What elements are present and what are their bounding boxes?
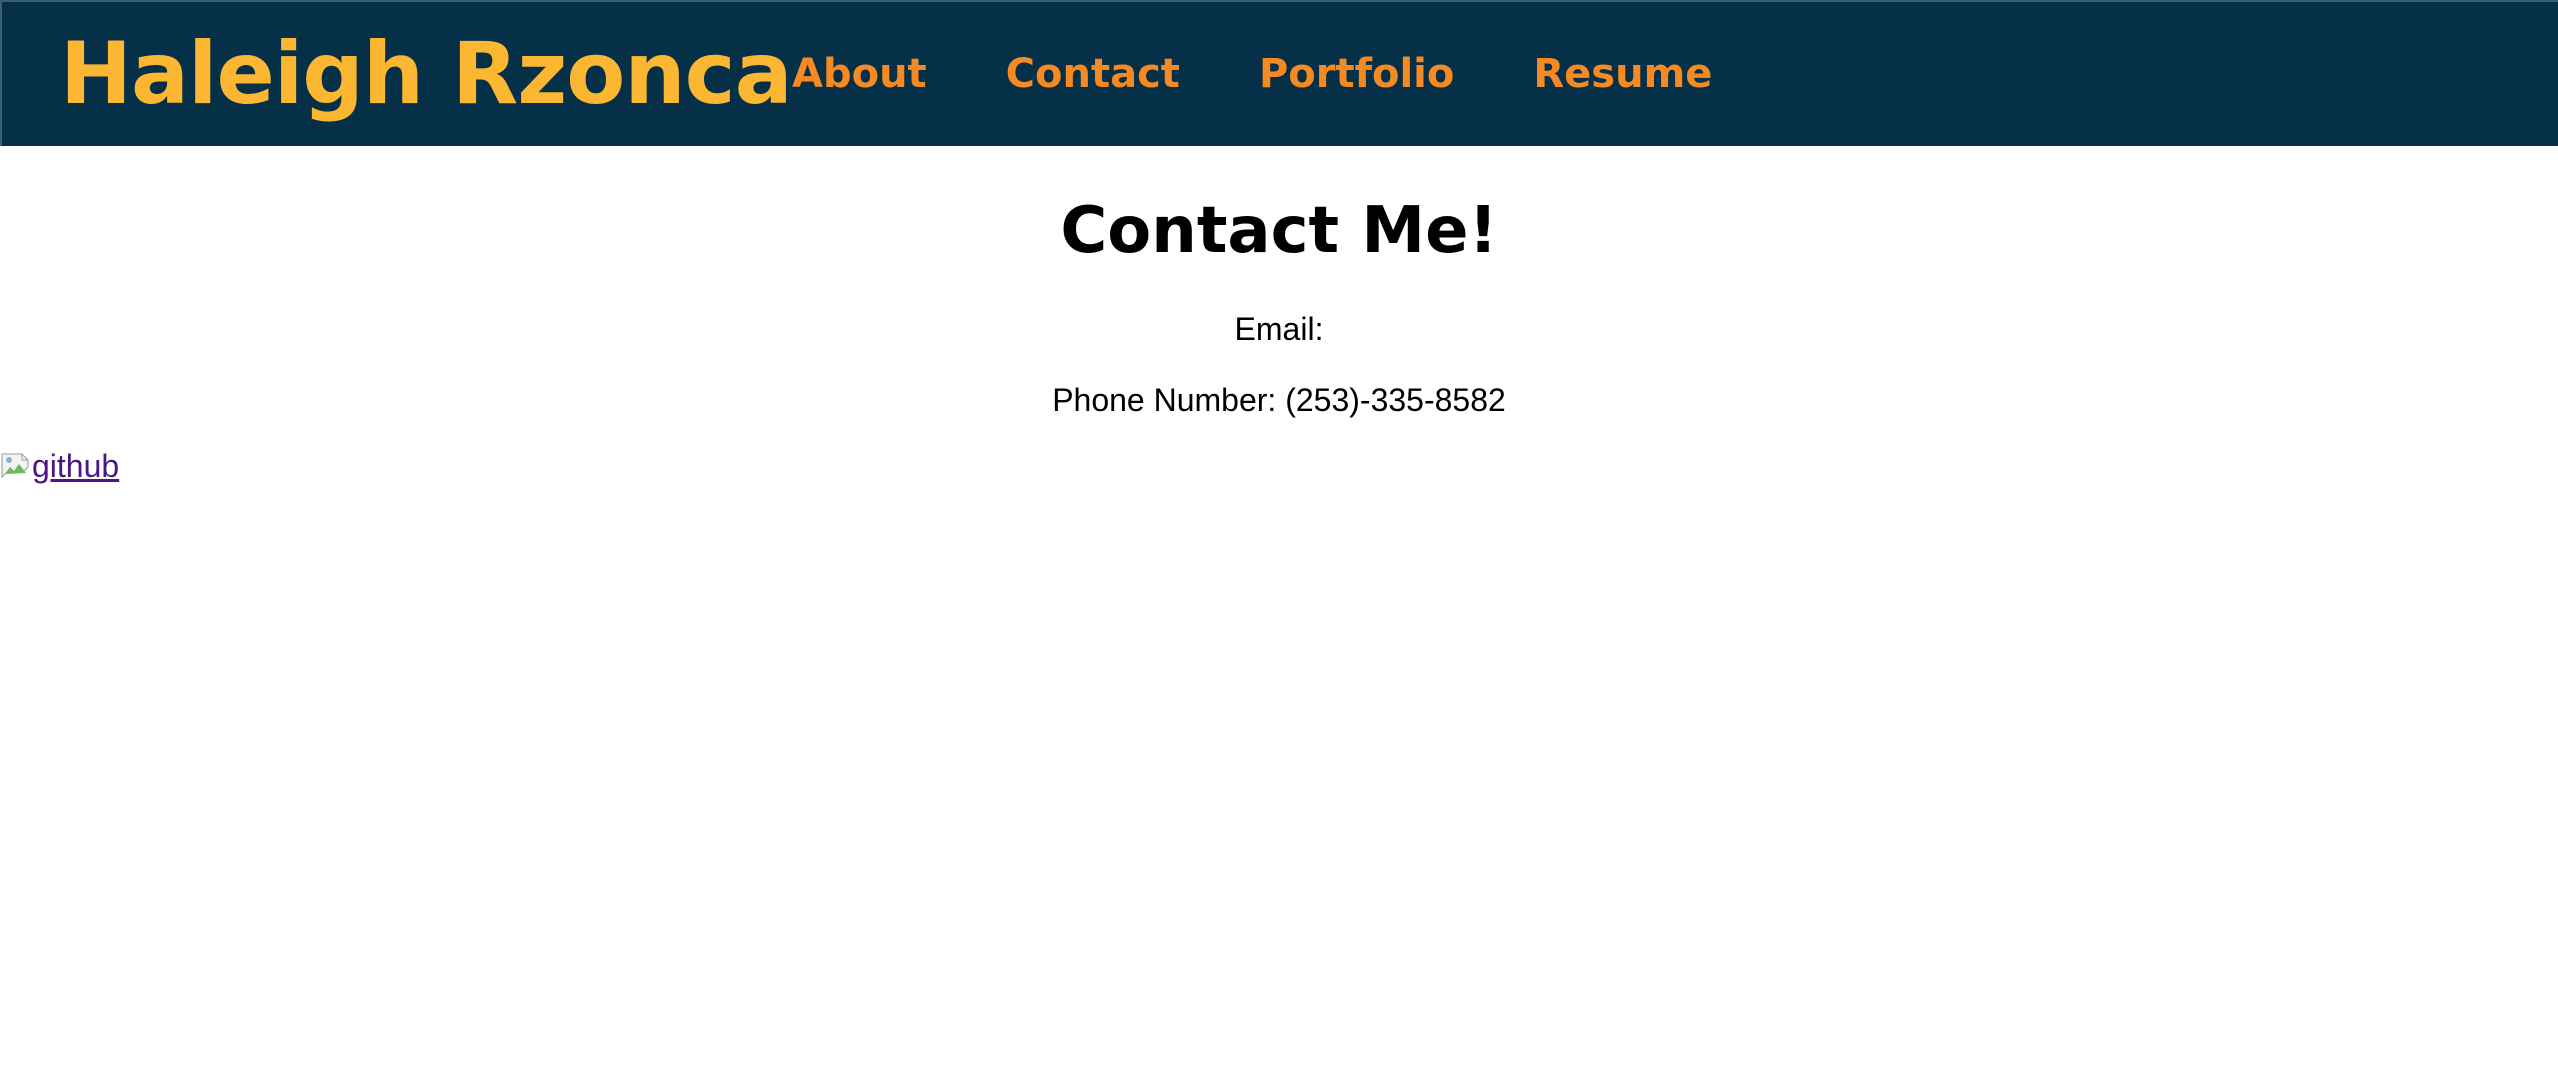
email-text: Email: (1234, 311, 1324, 348)
page-title: Contact Me! (1060, 194, 1498, 268)
github-link[interactable]: github (0, 448, 119, 485)
nav-portfolio[interactable]: Portfolio (1259, 54, 1454, 94)
nav-about[interactable]: About (792, 54, 927, 94)
phone-number-text: Phone Number: (253)-335-8582 (1052, 381, 1506, 418)
broken-image-icon (0, 451, 32, 483)
nav-resume[interactable]: Resume (1533, 54, 1712, 94)
site-title: Haleigh Rzonca (60, 24, 793, 124)
site-header: Haleigh Rzonca About Contact Portfolio R… (0, 0, 2558, 146)
contact-section: Contact Me! Email: Phone Number: (253)-3… (0, 146, 2558, 419)
nav-contact[interactable]: Contact (1006, 54, 1180, 94)
main-nav: About Contact Portfolio Resume (792, 54, 1712, 94)
github-alt-text: github (32, 448, 120, 484)
